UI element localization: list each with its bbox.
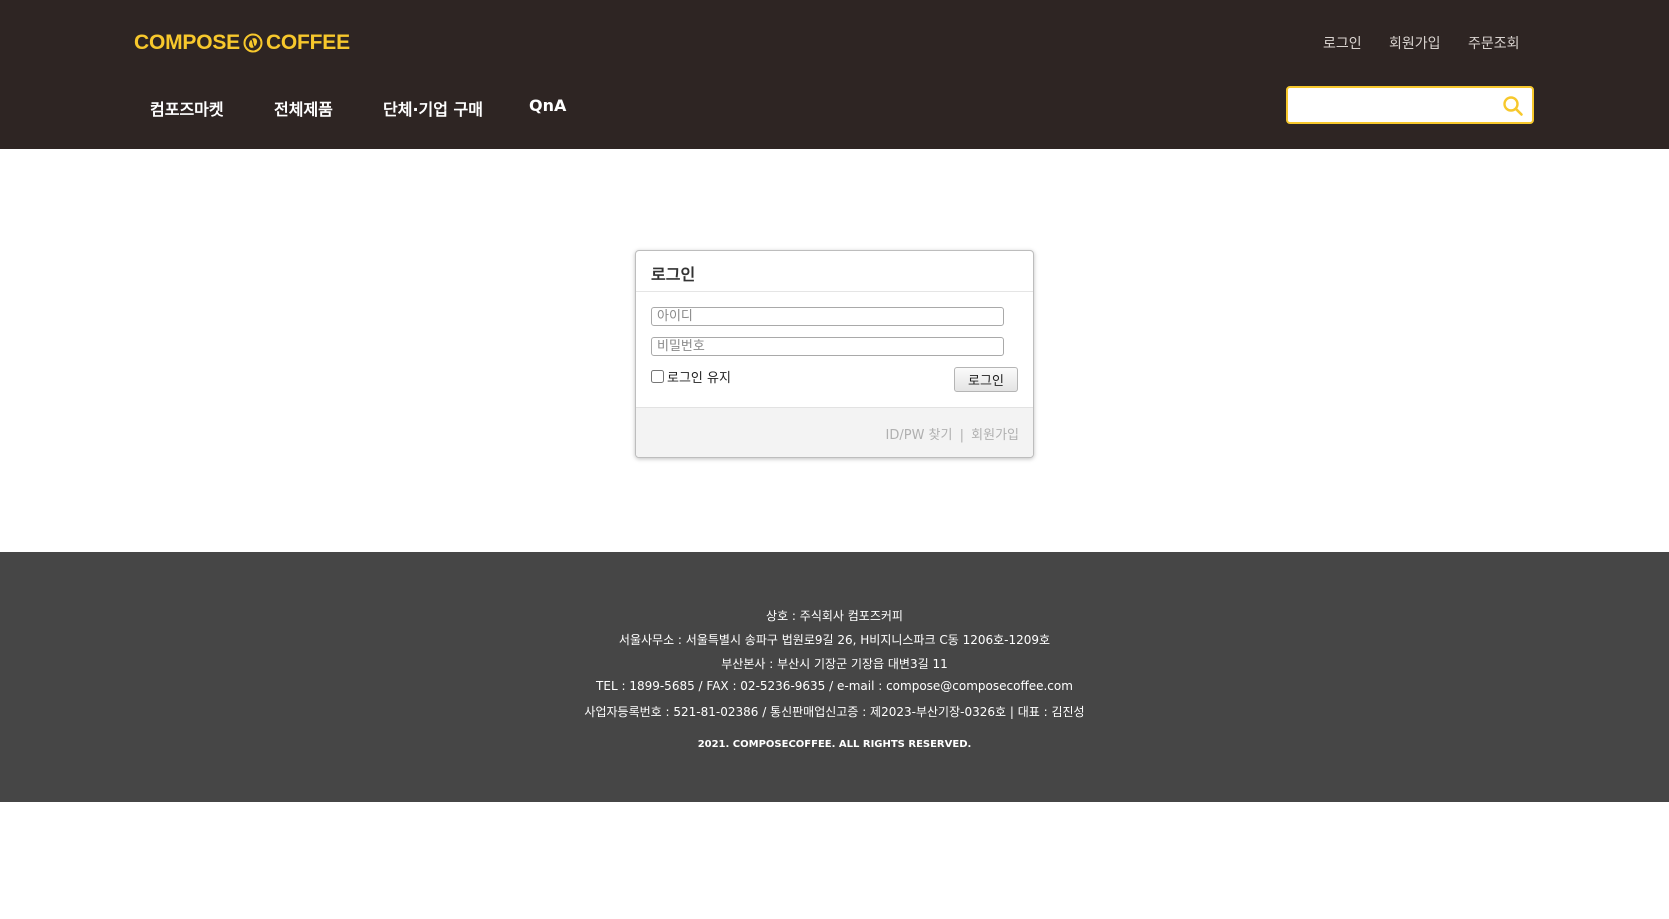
divider [636, 291, 1033, 292]
footer-contact: TEL : 1899-5685 / FAX : 02-5236-9635 / e… [596, 679, 1073, 693]
footer-company-name: 상호 : 주식회사 컴포즈커피 [766, 609, 903, 623]
footer-busan-hq: 부산본사 : 부산시 기장군 기장읍 대변3길 11 [721, 657, 948, 671]
util-login-link[interactable]: 로그인 [1323, 33, 1362, 53]
coffee-bean-logo-icon [243, 33, 263, 53]
keep-login-checkbox[interactable] [651, 370, 664, 383]
login-button[interactable]: 로그인 [954, 367, 1018, 392]
link-divider: | [959, 428, 965, 443]
search-box [1286, 86, 1534, 124]
find-id-pw-link[interactable]: ID/PW 찾기 [886, 428, 953, 443]
nav-item-compose-market[interactable]: 컴포즈마켓 [150, 96, 224, 120]
keep-login-label: 로그인 유지 [667, 371, 731, 386]
login-title: 로그인 [651, 265, 696, 284]
footer-copyright: 2021. COMPOSECOFFEE. ALL RIGHTS RESERVED… [697, 739, 972, 750]
util-signup-link[interactable]: 회원가입 [1389, 33, 1441, 53]
site-footer: 상호 : 주식회사 컴포즈커피 서울사무소 : 서울특별시 송파구 법원로9길 … [0, 552, 1669, 802]
nav-item-corporate-purchase[interactable]: 단체·기업 구매 [383, 96, 483, 120]
search-icon[interactable] [1502, 95, 1524, 117]
util-order-lookup-link[interactable]: 주문조회 [1468, 33, 1520, 53]
site-header: COMPOSE COFFEE 로그인 회원가입 주문조회 컴포즈마켓 전체제품 … [0, 0, 1669, 149]
keep-login[interactable]: 로그인 유지 [651, 367, 731, 386]
footer-business-info: 사업자등록번호 : 521-81-02386 / 통신판매업신고증 : 제202… [584, 705, 1085, 719]
password-field[interactable] [651, 337, 1004, 356]
nav-item-all-products[interactable]: 전체제품 [274, 96, 333, 120]
logo-text-right: COFFEE [265, 31, 350, 54]
logo-text-left: COMPOSE [134, 31, 240, 54]
search-input[interactable] [1296, 94, 1500, 118]
login-panel: 로그인 로그인 유지 로그인 ID/PW 찾기 | 회원가입 [635, 250, 1034, 458]
account-links: ID/PW 찾기 | 회원가입 [886, 424, 1020, 443]
id-field[interactable] [651, 307, 1004, 326]
join-link[interactable]: 회원가입 [971, 428, 1019, 443]
brand-logo[interactable]: COMPOSE COFFEE [134, 30, 350, 56]
footer-seoul-office: 서울사무소 : 서울특별시 송파구 법원로9길 26, H비지니스파크 C동 1… [618, 633, 1051, 647]
nav-item-qna[interactable]: QnA [529, 96, 566, 115]
login-footer: ID/PW 찾기 | 회원가입 [636, 407, 1033, 457]
